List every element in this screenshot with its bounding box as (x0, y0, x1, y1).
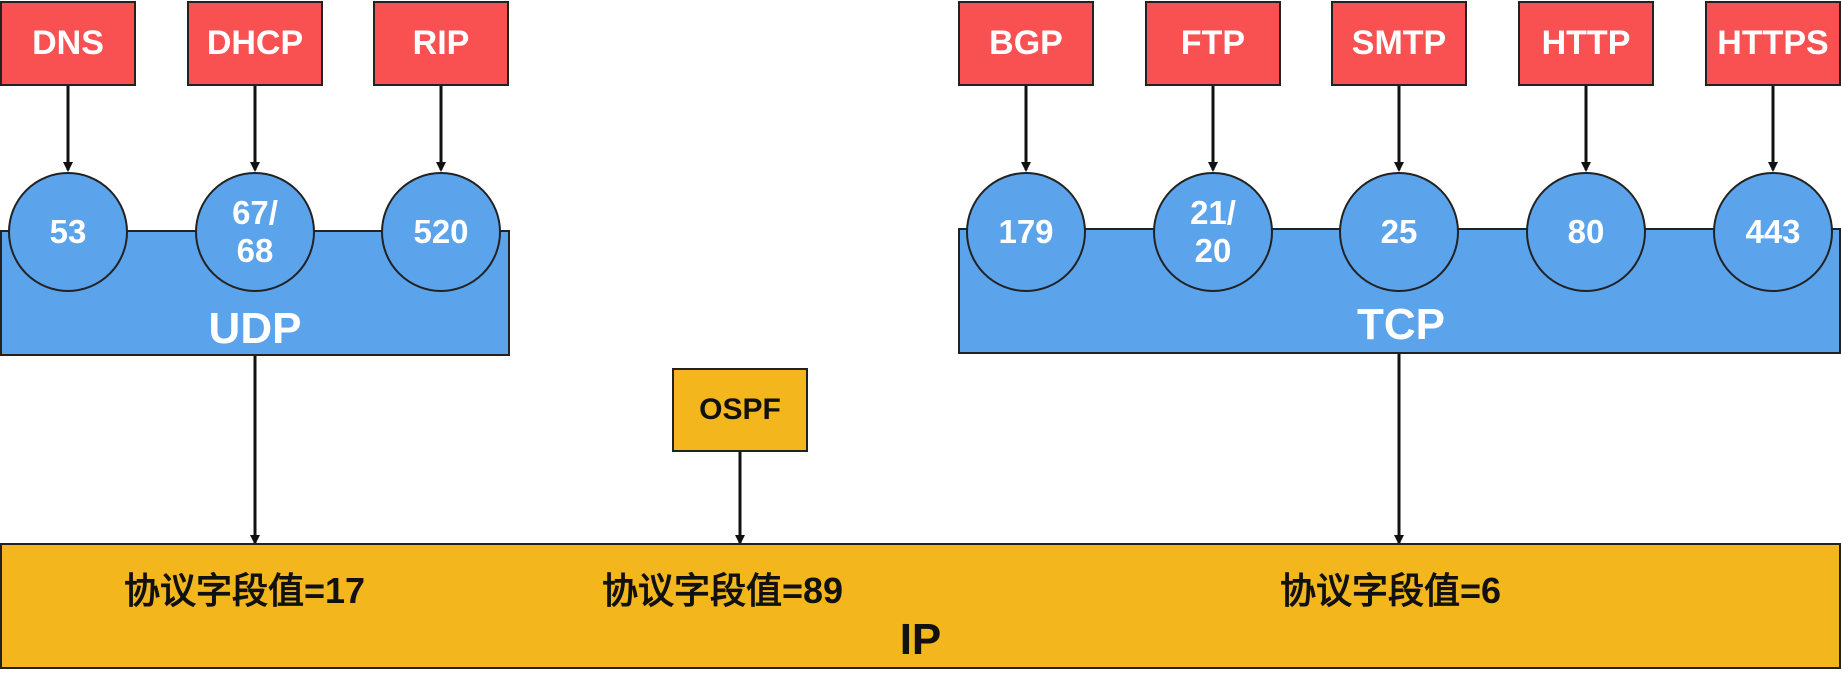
ospf-box: OSPF (672, 368, 808, 452)
tcp-label: TCP (1357, 300, 1445, 349)
app-box-rip: RIP (373, 1, 509, 86)
app-box-https: HTTPS (1705, 1, 1841, 86)
port-circle-21-20: 21/ 20 (1153, 172, 1273, 292)
port-circle-53: 53 (8, 172, 128, 292)
app-box-ftp: FTP (1145, 1, 1281, 86)
port-circle-25: 25 (1339, 172, 1459, 292)
app-box-dns: DNS (0, 1, 136, 86)
ip-protocol-field-ospf: 协议字段值=89 (602, 570, 844, 611)
port-circle-67-68: 67/ 68 (195, 172, 315, 292)
port-circle-443: 443 (1713, 172, 1833, 292)
port-circle-179: 179 (966, 172, 1086, 292)
app-box-http: HTTP (1518, 1, 1654, 86)
port-circle-520: 520 (381, 172, 501, 292)
ip-protocol-field-udp: 协议字段值=17 (124, 570, 366, 611)
ip-protocol-field-tcp: 协议字段值=6 (1280, 570, 1502, 611)
ip-layer: 协议字段值=17 协议字段值=89 协议字段值=6 IP (0, 543, 1841, 669)
udp-label: UDP (208, 304, 302, 353)
app-box-dhcp: DHCP (187, 1, 323, 86)
ip-label: IP (899, 615, 942, 664)
app-box-smtp: SMTP (1331, 1, 1467, 86)
app-box-bgp: BGP (958, 1, 1094, 86)
port-circle-80: 80 (1526, 172, 1646, 292)
